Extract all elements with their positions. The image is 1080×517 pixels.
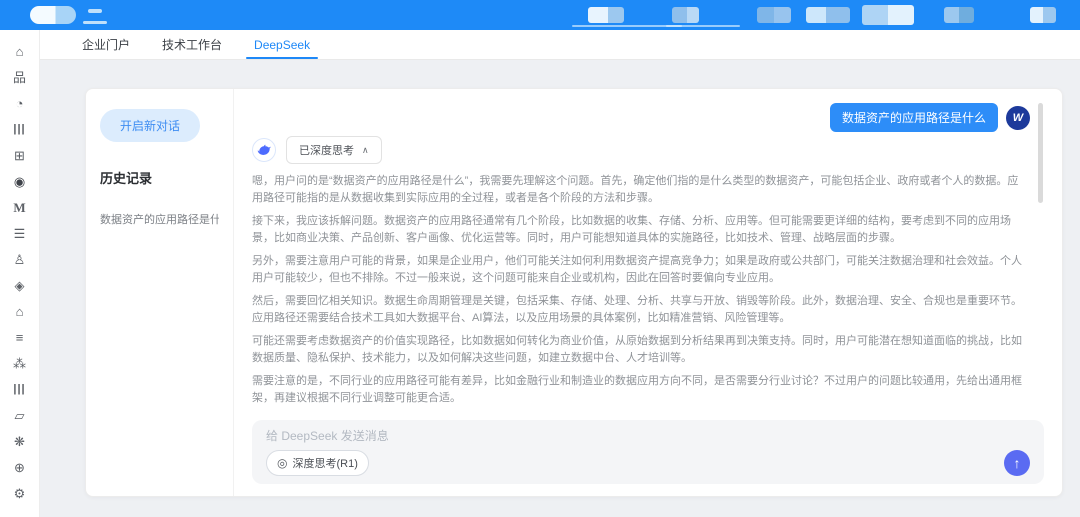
topbar-menu-item-blurred[interactable]: [588, 7, 624, 23]
user-avatar: W: [1006, 106, 1030, 130]
thought-paragraph: 另外，需要注意用户可能的背景，如果是企业用户，他们可能关注如何利用数据资产提高竞…: [252, 253, 1022, 286]
chat-card: 开启新对话 历史记录 数据资产的应用路径是什么 数据资产的应用路径是什么 W: [85, 88, 1063, 497]
thought-paragraph: 然后，需要回忆相关知识。数据生命周期管理是关键，包括采集、存储、处理、分析、共享…: [252, 293, 1022, 326]
app-sidebar: ⌂ 品 ◔ ||| ⊞ ◉ M ☰ ♙ ◈ ⌂ ≡ ⁂ ||| ▱ ❋ ⊕ ⚙: [0, 30, 40, 517]
tab-bar: 企业门户 技术工作台 DeepSeek: [40, 30, 1080, 60]
org-tree-icon[interactable]: ⁂: [12, 356, 28, 371]
deepseek-avatar: [252, 138, 276, 162]
deep-think-icon: ◎: [277, 457, 287, 469]
org-structure-icon[interactable]: 品: [12, 70, 28, 85]
deepseek-whale-icon: [256, 142, 272, 158]
logo-text-blurred: [83, 21, 107, 24]
topbar-menu-underline: [666, 25, 740, 27]
layers-icon[interactable]: ≡: [12, 330, 28, 345]
history-item[interactable]: 数据资产的应用路径是什么: [100, 211, 219, 227]
arrow-up-icon: ↑: [1014, 455, 1021, 471]
topbar-menu-item-blurred[interactable]: [1030, 7, 1056, 23]
new-chat-button[interactable]: 开启新对话: [100, 109, 200, 142]
record-icon[interactable]: ◉: [12, 174, 28, 189]
user-message-row: 数据资产的应用路径是什么 W: [252, 103, 1044, 132]
thought-paragraph: 嗯，用户问的是“数据资产的应用路径是什么”，我需要先理解这个问题。首先，确定他们…: [252, 173, 1022, 206]
chevron-up-icon: ∧: [362, 145, 369, 156]
history-title: 历史记录: [100, 168, 219, 187]
topbar-menu-item-blurred[interactable]: [672, 7, 699, 23]
message-input[interactable]: [266, 429, 724, 443]
card-plus-icon[interactable]: ⊞: [12, 148, 28, 163]
messages-area: 数据资产的应用路径是什么 W 已深度思考 ∧ 嗯，用户问的是“数据: [252, 103, 1044, 412]
topbar-menu-item-blurred[interactable]: [806, 7, 850, 23]
logo-text-blurred: [88, 9, 102, 13]
barcode-alt-icon[interactable]: |||: [12, 382, 28, 397]
tab-tech-workbench[interactable]: 技术工作台: [146, 30, 238, 59]
deep-think-label: 深度思考(R1): [292, 455, 357, 471]
home-icon[interactable]: ⌂: [12, 44, 28, 59]
menu-list-icon[interactable]: ☰: [12, 226, 28, 241]
user-message: 数据资产的应用路径是什么: [830, 103, 998, 132]
assistant-message-row: 已深度思考 ∧: [252, 136, 1044, 164]
thought-toggle-button[interactable]: 已深度思考 ∧: [286, 136, 382, 164]
topbar: [0, 0, 1080, 30]
topbar-menu-item-blurred[interactable]: [944, 7, 974, 23]
m-app-icon[interactable]: M: [12, 200, 28, 215]
tab-deepseek[interactable]: DeepSeek: [238, 30, 326, 59]
home-alt-icon[interactable]: ⌂: [12, 304, 28, 319]
tab-enterprise-portal[interactable]: 企业门户: [66, 30, 146, 59]
thought-paragraph: 需要注意的是，不同行业的应用路径可能有差异，比如金融行业和制造业的数据应用方向不…: [252, 373, 1022, 406]
thought-paragraph: 接下来，我应该拆解问题。数据资产的应用路径通常有几个阶段，比如数据的收集、存储、…: [252, 213, 1022, 246]
barcode-icon[interactable]: |||: [12, 122, 28, 137]
deep-think-button[interactable]: ◎ 深度思考(R1): [266, 450, 369, 476]
topbar-menu-item-blurred[interactable]: [862, 5, 914, 25]
composer-toolbar: ◎ 深度思考(R1) ↑: [266, 450, 1030, 476]
settings-gear-icon[interactable]: ⚙: [12, 486, 28, 501]
badge-icon[interactable]: ❋: [12, 434, 28, 449]
composer: ◎ 深度思考(R1) ↑: [252, 420, 1044, 484]
app-logo: [30, 6, 76, 24]
chat-panel: 数据资产的应用路径是什么 W 已深度思考 ∧ 嗯，用户问的是“数据: [234, 89, 1062, 496]
chat-history-panel: 开启新对话 历史记录 数据资产的应用路径是什么: [86, 89, 234, 496]
globe-icon[interactable]: ⊕: [12, 460, 28, 475]
send-button[interactable]: ↑: [1004, 450, 1030, 476]
main-content: 开启新对话 历史记录 数据资产的应用路径是什么 数据资产的应用路径是什么 W: [40, 60, 1080, 517]
folder-icon[interactable]: ▱: [12, 408, 28, 423]
thought-content: 嗯，用户问的是“数据资产的应用路径是什么”，我需要先理解这个问题。首先，确定他们…: [252, 173, 1044, 412]
topbar-menu-item-blurred[interactable]: [757, 7, 791, 23]
thought-paragraph: 可能还需要考虑数据资产的价值实现路径，比如数据如何转化为商业价值，从原始数据到分…: [252, 333, 1022, 366]
pie-chart-icon[interactable]: ◔: [12, 96, 28, 111]
scrollbar[interactable]: [1038, 103, 1043, 203]
user-icon[interactable]: ♙: [12, 252, 28, 267]
shield-icon[interactable]: ◈: [12, 278, 28, 293]
thought-toggle-label: 已深度思考: [299, 142, 354, 158]
